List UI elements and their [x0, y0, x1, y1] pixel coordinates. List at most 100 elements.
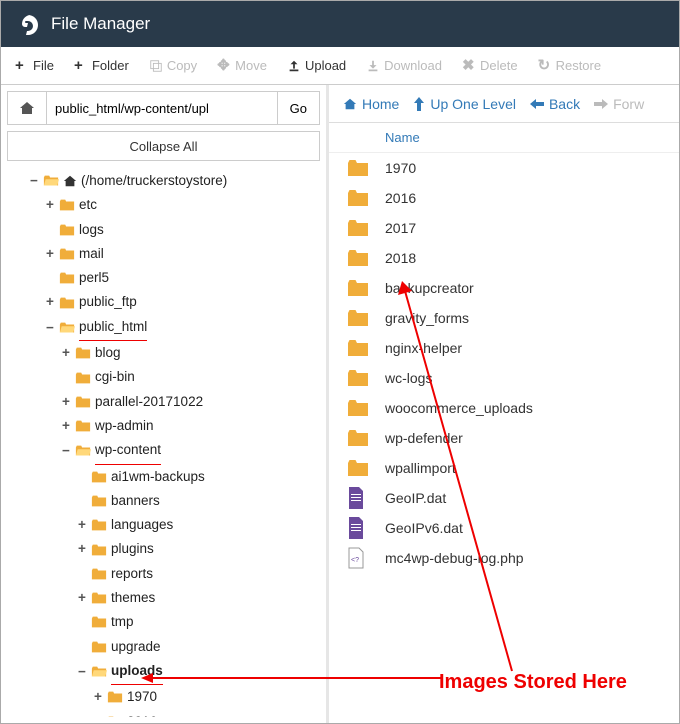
- tree-item-etc[interactable]: +etc: [11, 193, 320, 217]
- back-icon: [530, 98, 544, 110]
- tree-item-mail[interactable]: +mail: [11, 242, 320, 266]
- file-name: wp-defender: [385, 430, 463, 446]
- copy-icon: [149, 59, 163, 73]
- file-row[interactable]: 2018: [329, 243, 679, 273]
- folder-open-icon: [59, 321, 75, 335]
- folder-icon: [75, 371, 91, 385]
- nav-home-button[interactable]: Home: [343, 96, 399, 112]
- file-row[interactable]: woocommerce_uploads: [329, 393, 679, 423]
- tree-item-wp-admin[interactable]: +wp-admin: [11, 414, 320, 438]
- folder-icon: [347, 279, 369, 297]
- folder-icon: [75, 346, 91, 360]
- home-icon: [19, 100, 35, 116]
- tree-item-logs[interactable]: logs: [11, 218, 320, 242]
- download-button[interactable]: Download: [358, 54, 450, 77]
- restore-icon: ↻: [538, 59, 552, 73]
- tree-item-blog[interactable]: +blog: [11, 341, 320, 365]
- folder-icon: [91, 640, 107, 654]
- restore-button[interactable]: ↻Restore: [530, 54, 610, 77]
- column-header-name[interactable]: Name: [329, 123, 679, 153]
- go-button[interactable]: Go: [278, 91, 320, 125]
- folder-tree: − (/home/truckerstoystore) +etc logs +ma…: [7, 169, 320, 717]
- folder-icon: [91, 567, 107, 581]
- folder-icon: [107, 690, 123, 704]
- tree-item-languages[interactable]: +languages: [11, 513, 320, 537]
- tree-item-public-ftp[interactable]: +public_ftp: [11, 290, 320, 314]
- tree-item-public-html[interactable]: −public_html: [11, 315, 320, 341]
- file-row[interactable]: GeoIPv6.dat: [329, 513, 679, 543]
- tree-item-tmp[interactable]: tmp: [11, 610, 320, 634]
- file-row[interactable]: backupcreator: [329, 273, 679, 303]
- folder-icon: [91, 543, 107, 557]
- file-row[interactable]: gravity_forms: [329, 303, 679, 333]
- main-toolbar: +File +Folder Copy ✥Move Upload Download…: [1, 47, 679, 85]
- tree-item-ai1wm[interactable]: ai1wm-backups: [11, 465, 320, 489]
- folder-icon: [91, 494, 107, 508]
- download-icon: [366, 59, 380, 73]
- collapse-all-button[interactable]: Collapse All: [7, 131, 320, 161]
- folder-icon: [91, 615, 107, 629]
- tree-item-perl5[interactable]: perl5: [11, 266, 320, 290]
- folder-icon: [75, 419, 91, 433]
- nav-back-button[interactable]: Back: [530, 96, 580, 112]
- delete-button[interactable]: ✖Delete: [454, 54, 526, 77]
- file-name: 2018: [385, 250, 416, 266]
- file-name: 2017: [385, 220, 416, 236]
- folder-icon: [91, 518, 107, 532]
- tree-item-banners[interactable]: banners: [11, 489, 320, 513]
- file-row[interactable]: 2017: [329, 213, 679, 243]
- file-row[interactable]: GeoIP.dat: [329, 483, 679, 513]
- file-list: 1970 2016 2017 2018 backupcreatorgravity_for…: [329, 153, 679, 723]
- plus-icon: +: [74, 59, 88, 73]
- tree-root[interactable]: − (/home/truckerstoystore): [11, 169, 320, 193]
- file-name: wpallimport: [385, 460, 456, 476]
- folder-icon: [59, 271, 75, 285]
- tree-item-themes[interactable]: +themes: [11, 586, 320, 610]
- delete-icon: ✖: [462, 59, 476, 73]
- tree-item-wp-content[interactable]: −wp-content: [11, 438, 320, 464]
- path-input[interactable]: [47, 91, 278, 125]
- folder-icon: [107, 715, 123, 717]
- tree-item-parallel[interactable]: +parallel-20171022: [11, 390, 320, 414]
- sidebar: Go Collapse All − (/home/truckerstoystor…: [1, 85, 329, 723]
- folder-open-icon: [75, 444, 91, 458]
- file-row[interactable]: nginx-helper: [329, 333, 679, 363]
- tree-item-2016[interactable]: +2016: [11, 710, 320, 717]
- nav-up-button[interactable]: Up One Level: [413, 96, 516, 112]
- tree-item-cgi-bin[interactable]: cgi-bin: [11, 365, 320, 389]
- copy-button[interactable]: Copy: [141, 54, 205, 77]
- folder-icon: [347, 339, 369, 357]
- file-row[interactable]: wp-defender: [329, 423, 679, 453]
- app-title: File Manager: [51, 14, 150, 34]
- nav-forward-button[interactable]: Forw: [594, 96, 644, 112]
- file-row[interactable]: 1970: [329, 153, 679, 183]
- folder-icon: [347, 159, 369, 177]
- upload-icon: [287, 59, 301, 73]
- folder-icon: [59, 247, 75, 261]
- tree-item-1970[interactable]: +1970: [11, 685, 320, 709]
- folder-open-icon: [91, 665, 107, 679]
- file-name: 1970: [385, 160, 416, 176]
- new-folder-button[interactable]: +Folder: [66, 54, 137, 77]
- forward-icon: [594, 98, 608, 110]
- tree-item-upgrade[interactable]: upgrade: [11, 635, 320, 659]
- path-home-button[interactable]: [7, 91, 47, 125]
- folder-icon: [59, 198, 75, 212]
- file-name: wc-logs: [385, 370, 432, 386]
- tree-item-plugins[interactable]: +plugins: [11, 537, 320, 561]
- file-name: GeoIP.dat: [385, 490, 446, 506]
- upload-button[interactable]: Upload: [279, 54, 354, 77]
- file-row[interactable]: 2016: [329, 183, 679, 213]
- file-row[interactable]: wc-logs: [329, 363, 679, 393]
- folder-icon: [75, 395, 91, 409]
- new-file-button[interactable]: +File: [7, 54, 62, 77]
- folder-icon: [347, 189, 369, 207]
- file-row[interactable]: wpallimport: [329, 453, 679, 483]
- file-name: woocommerce_uploads: [385, 400, 533, 416]
- home-icon: [343, 97, 357, 111]
- file-panel: Home Up One Level Back Forw Name 1970 201…: [329, 85, 679, 723]
- file-row[interactable]: <?mc4wp-debug-log.php: [329, 543, 679, 573]
- move-button[interactable]: ✥Move: [209, 54, 275, 77]
- tree-item-reports[interactable]: reports: [11, 562, 320, 586]
- tree-item-uploads[interactable]: −uploads: [11, 659, 320, 685]
